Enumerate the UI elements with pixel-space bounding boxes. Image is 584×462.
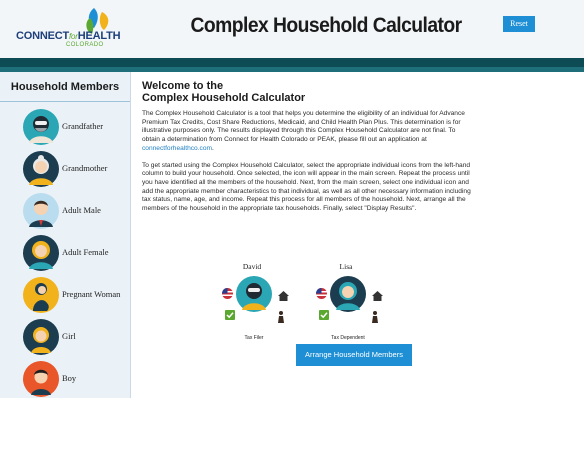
household-member-lisa[interactable]: Lisa Tax Dependent xyxy=(316,262,416,344)
connect-for-health-logo[interactable]: CONNECTforHEALTH COLORADO xyxy=(14,6,121,52)
sidebar-item-label: Grandfather xyxy=(62,121,104,131)
connectforhealthco-link[interactable]: connectforhealthco.com xyxy=(142,145,212,152)
sidebar-item-grandfather[interactable]: Grandfather xyxy=(0,106,131,148)
person-silhouette-icon xyxy=(278,311,284,323)
boy-avatar-icon xyxy=(23,361,59,397)
sidebar-item-girl[interactable]: Girl xyxy=(0,316,131,358)
us-flag-icon xyxy=(316,288,327,299)
logo-for-text: for xyxy=(69,32,78,41)
sidebar-item-label: Girl xyxy=(62,331,76,341)
sidebar-item-label: Grandmother xyxy=(62,163,108,173)
sidebar-item-adult-female[interactable]: Adult Female xyxy=(0,232,131,274)
grandmother-avatar-icon xyxy=(23,151,59,187)
person-silhouette-icon xyxy=(372,311,378,323)
sidebar-item-grandmother[interactable]: Grandmother xyxy=(0,148,131,190)
adult-male-avatar-icon xyxy=(23,193,59,229)
sidebar-item-label: Pregnant Woman xyxy=(62,289,121,299)
sidebar-title: Household Members xyxy=(0,72,130,102)
check-icon xyxy=(225,310,235,320)
sidebar-item-label: Adult Female xyxy=(62,247,109,257)
sidebar-item-label: Boy xyxy=(62,373,77,383)
member-role: Tax Dependent xyxy=(331,335,365,341)
david-avatar-icon xyxy=(236,276,272,312)
us-flag-icon xyxy=(222,288,233,299)
reset-button[interactable]: Reset xyxy=(503,16,535,32)
sidebar-item-pregnant-woman[interactable]: Pregnant Woman xyxy=(0,274,131,316)
member-name: David xyxy=(242,262,262,271)
welcome-heading-line1: Welcome to the xyxy=(142,80,224,92)
arrange-household-members-button[interactable]: Arrange Household Members xyxy=(296,344,412,366)
home-icon xyxy=(372,291,383,301)
logo-health-text: HEALTH xyxy=(77,30,121,42)
member-role: Tax Filer xyxy=(244,335,264,341)
intro-paragraph: The Complex Household Calculator is a to… xyxy=(142,110,465,152)
main-content: Welcome to the Complex Household Calcula… xyxy=(142,80,472,214)
page-title: Complex Household Calculator xyxy=(190,14,462,37)
household-member-david[interactable]: David Tax Filer xyxy=(222,262,322,344)
logo-connect-text: CONNECT xyxy=(16,30,69,42)
sidebar-item-boy[interactable]: Boy xyxy=(0,358,131,400)
member-name: Lisa xyxy=(339,262,353,271)
sidebar-item-adult-male[interactable]: Adult Male xyxy=(0,190,131,232)
lisa-avatar-icon xyxy=(330,276,366,312)
household-members-sidebar: Household Members Grandfather Grandmothe… xyxy=(0,72,131,398)
instructions-paragraph: To get started using the Complex Househo… xyxy=(142,161,471,213)
adult-female-avatar-icon xyxy=(23,235,59,271)
check-icon xyxy=(319,310,329,320)
logo-colorado-text: COLORADO xyxy=(66,42,104,48)
pregnant-woman-avatar-icon xyxy=(23,277,59,313)
grandfather-avatar-icon xyxy=(23,109,59,145)
header: CONNECTforHEALTH COLORADO Complex Househ… xyxy=(0,0,584,58)
welcome-heading-line2: Complex Household Calculator xyxy=(142,92,306,104)
sidebar-item-label: Adult Male xyxy=(62,205,101,215)
home-icon xyxy=(278,291,289,301)
header-stripe-dark xyxy=(0,58,584,67)
girl-avatar-icon xyxy=(23,319,59,355)
